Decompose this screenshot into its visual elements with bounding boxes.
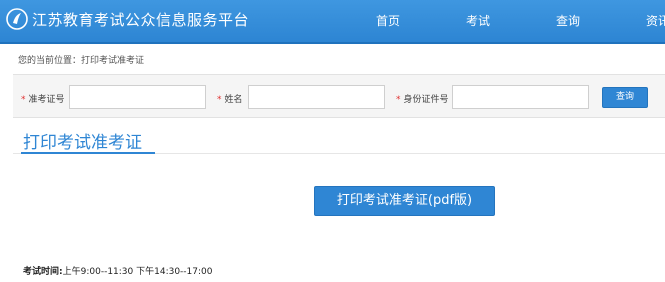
title-underline — [21, 152, 155, 154]
nav-exam[interactable]: 考试 — [466, 12, 490, 29]
name-input[interactable] — [248, 85, 385, 109]
print-admission-pdf-button[interactable]: 打印考试准考证(pdf版) — [314, 186, 495, 216]
exam-time-value: 上午9:00--11:30 下午14:30--17:00 — [62, 267, 213, 277]
required-mark: * — [21, 95, 26, 105]
breadcrumb: 您的当前位置：打印考试准考证 — [18, 56, 145, 66]
search-button[interactable]: 查询 — [602, 87, 648, 108]
id-number-label: * 身份证件号 — [396, 95, 449, 105]
page-title: 打印考试准考证 — [23, 133, 142, 153]
search-panel: * 准考证号 * 姓名 * 身份证件号 查询 — [13, 74, 665, 118]
required-mark: * — [217, 95, 222, 105]
name-label: * 姓名 — [217, 95, 243, 105]
logo-icon[interactable] — [6, 8, 28, 30]
nav-news[interactable]: 资讯 — [646, 12, 665, 29]
top-header: 江苏教育考试公众信息服务平台 首页 考试 查询 资讯 — [0, 0, 665, 44]
required-mark: * — [396, 95, 401, 105]
nav-home[interactable]: 首页 — [376, 12, 400, 29]
exam-time-label: 考试时间: — [23, 267, 63, 277]
admission-number-input[interactable] — [69, 85, 206, 109]
site-title[interactable]: 江苏教育考试公众信息服务平台 — [32, 9, 249, 30]
exam-time: 考试时间:上午9:00--11:30 下午14:30--17:00 — [23, 264, 212, 277]
nav-query[interactable]: 查询 — [556, 12, 580, 29]
admission-number-label: * 准考证号 — [21, 95, 65, 105]
id-number-input[interactable] — [452, 85, 589, 109]
